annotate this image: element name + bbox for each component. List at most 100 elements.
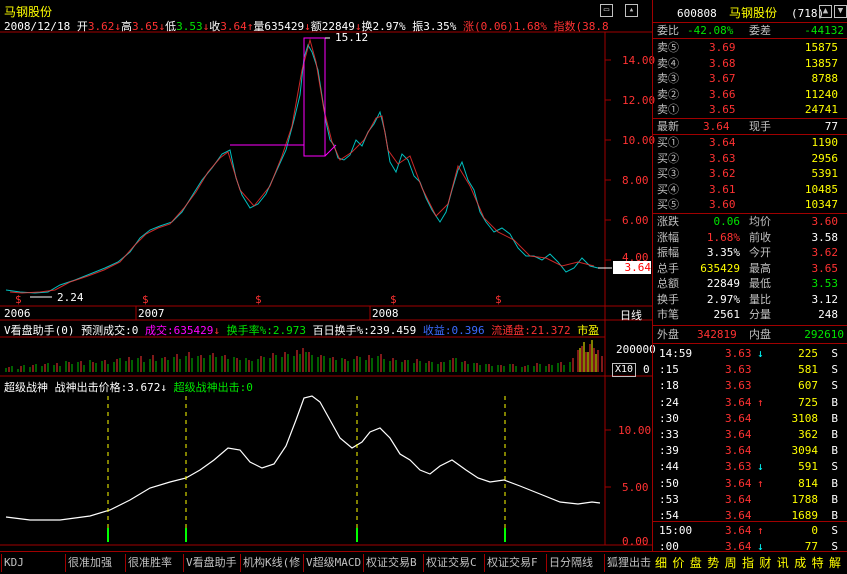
buy-volume: 2956	[811, 151, 839, 165]
volume-indicator-name[interactable]: V看盘助手(0)	[4, 324, 75, 337]
y-tick-10: 10.00	[622, 134, 656, 147]
sell-price: 3.67	[709, 72, 736, 85]
indicator-tab[interactable]: V超级MACD	[306, 555, 361, 571]
indicator-tab[interactable]: V看盘助手	[186, 555, 237, 571]
panel-tab[interactable]: 势	[707, 555, 719, 571]
panel-tab[interactable]: 讯	[777, 555, 789, 571]
indicator-tab[interactable]: 日分隔线	[549, 555, 593, 571]
marker-5: $	[495, 293, 502, 306]
price-chart	[0, 31, 652, 546]
sell-price: 3.69	[709, 41, 736, 54]
tick-time: :50	[659, 476, 679, 490]
chart-area[interactable]: 马钢股份 2008/12/18 开3.62↓高3.65↓低3.53↓收3.64↑…	[0, 0, 656, 551]
tick-volume: 3108	[791, 411, 819, 425]
indicator-tab[interactable]: 很准加强	[68, 555, 112, 571]
tick-side: B	[831, 476, 838, 490]
latest-label: 最新	[657, 120, 679, 133]
tick-price: 3.63	[725, 363, 752, 377]
x-label-2006: 2006	[4, 307, 31, 320]
tick-price: 3.63	[725, 347, 752, 360]
float-shares-label: 流通盘:21.372	[491, 324, 571, 337]
tick-time: :44	[659, 460, 679, 474]
tick-volume: 1788	[791, 492, 819, 506]
stat-label: 涨幅	[657, 230, 679, 244]
tick-volume: 725	[798, 395, 818, 409]
buy-level-label: 买②	[657, 151, 679, 165]
latest-row: 最新 3.64 现手 77	[653, 119, 847, 134]
indicator-tab[interactable]: 权证交易B	[366, 555, 417, 571]
buy-level-label: 买①	[657, 136, 679, 149]
tick-price: 3.63	[725, 379, 752, 393]
predict-volume-label: 预测成交:0	[81, 324, 139, 337]
volume-value-label: 成交:635429	[145, 324, 214, 337]
sell-volume: 15875	[804, 41, 838, 54]
tick-time: :24	[659, 395, 679, 409]
tick-side: S	[831, 379, 838, 393]
tick-time: :18	[659, 379, 679, 393]
stat-row: 总手 635429 最高 3.65	[653, 261, 847, 276]
weibi-row: 委比 -42.08% 委差 -44132	[653, 23, 847, 38]
panel-tab[interactable]: 盘	[690, 555, 702, 571]
tick-price: 3.64	[725, 476, 752, 490]
tick-time: :39	[659, 444, 679, 458]
sell-level-label: 卖②	[657, 87, 679, 101]
stat-label: 最低	[749, 277, 771, 290]
turnover-rate-label: 换手率%:2.973	[226, 324, 306, 337]
tick-side: B	[831, 428, 838, 441]
tick-time: 14:59	[659, 347, 693, 360]
indicator-y-tick-5: 5.00	[622, 481, 649, 494]
tick-time: :15	[659, 363, 679, 377]
peak-price-label: 15.12	[335, 31, 369, 44]
sell-price: 3.65	[709, 103, 736, 116]
indicator-tab[interactable]: 权证交易F	[487, 555, 538, 571]
arrow-down-icon[interactable]: ▼	[834, 5, 847, 18]
volume-y-tick: 200000	[616, 343, 656, 356]
stat-value: 3.12	[811, 292, 839, 306]
indicator-name[interactable]: 超级战神	[4, 381, 48, 394]
indicator-tab[interactable]: 权证交易C	[426, 555, 477, 571]
tick-row: 14:59 3.63 ↓ 225 S	[653, 346, 847, 361]
tick-side: S	[831, 460, 838, 474]
stat-value: 3.60	[811, 215, 839, 228]
panel-tab[interactable]: 财	[759, 555, 771, 571]
indicator-tab[interactable]: KDJ	[4, 555, 24, 571]
tick-volume: 814	[798, 476, 818, 490]
period-label[interactable]: 日线	[620, 307, 642, 323]
panel-tab[interactable]: 特	[812, 555, 824, 571]
stat-row: 振幅 3.35% 今开 3.62	[653, 245, 847, 260]
sell-volume: 24741	[804, 103, 838, 116]
panel-tab[interactable]: 细	[655, 555, 667, 571]
tick-direction-icon: ↓	[757, 347, 764, 360]
weicha-label: 委差	[749, 24, 771, 37]
stat-row: 涨幅 1.68% 前收 3.58	[653, 230, 847, 245]
stat-value: 2.97%	[706, 292, 740, 306]
indicator-tab[interactable]: 很准胜率	[128, 555, 172, 571]
buy-row: 买⑤ 3.60 10347	[653, 197, 847, 212]
sell-volume: 8788	[811, 72, 839, 85]
outer-label: 外盘	[657, 328, 679, 341]
inner-value: 292610	[804, 328, 844, 341]
arrow-up-icon[interactable]: ▲	[819, 5, 832, 18]
panel-tab[interactable]: 价	[672, 555, 684, 571]
tick-row: :44 3.63 ↓ 591 S	[653, 459, 847, 474]
panel-tab[interactable]: 周	[725, 555, 737, 571]
buy-row: 买③ 3.62 5391	[653, 166, 847, 181]
buy-volume: 5391	[811, 167, 839, 180]
panel-tab[interactable]: 解	[829, 555, 841, 571]
volume-bars	[5, 340, 603, 372]
tick-row: :50 3.64 ↑ 814 B	[653, 476, 847, 491]
buy-price: 3.63	[709, 151, 736, 165]
marker-4: $	[390, 293, 397, 306]
tick-direction-icon: ↑	[757, 395, 764, 409]
tick-row: :15 3.63 581 S	[653, 362, 847, 377]
hand-label: 现手	[749, 120, 771, 133]
stat-value: 3.62	[811, 246, 839, 259]
panel-tab[interactable]: 成	[794, 555, 806, 571]
tick-time: :33	[659, 428, 679, 441]
indicator-tab[interactable]: 机构K线(修	[243, 555, 300, 571]
indicator-tab[interactable]: 狐狸出击	[607, 555, 651, 571]
hand-value: 77	[824, 120, 838, 133]
tick-price: 3.63	[725, 460, 752, 474]
sell-level-label: 卖①	[657, 103, 679, 116]
panel-tab[interactable]: 指	[742, 555, 754, 571]
